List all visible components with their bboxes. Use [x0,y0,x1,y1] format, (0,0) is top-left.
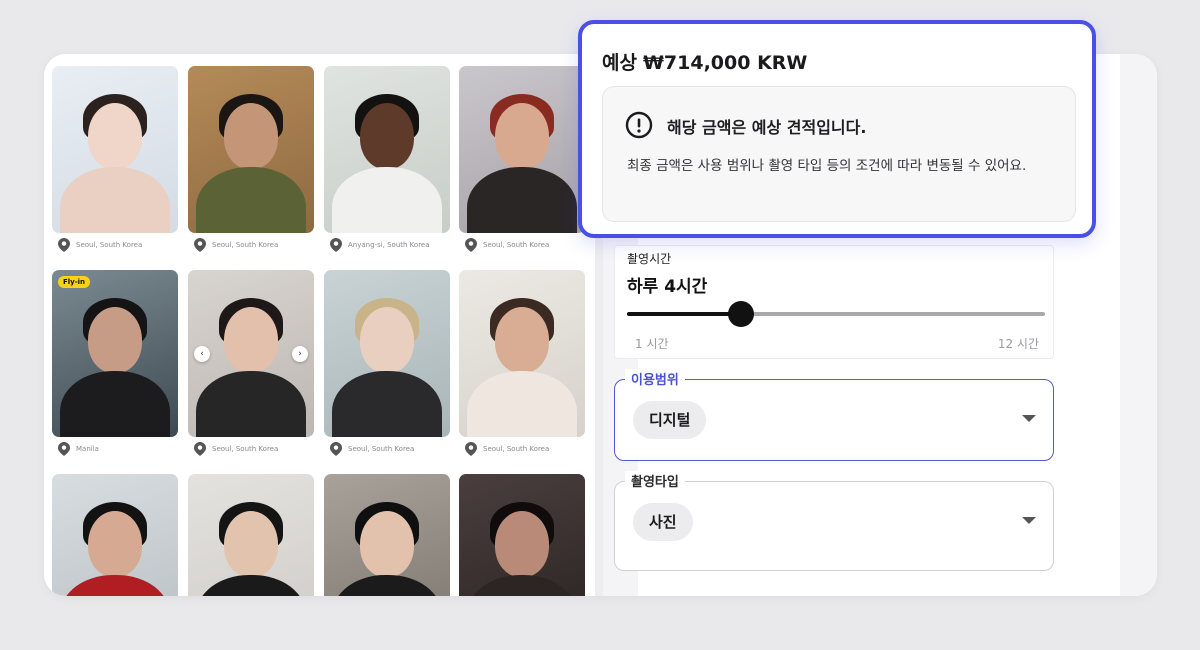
model-card[interactable] [52,474,178,596]
model-location: Seoul, South Korea [188,437,314,461]
shooting-type-selected-chip[interactable]: 사진 [633,503,693,541]
duration-label: 촬영시간 [627,252,672,266]
shooting-type-select[interactable]: 촬영타입 사진 [614,471,1054,571]
model-photo[interactable] [459,270,585,437]
model-card[interactable] [188,474,314,596]
model-card[interactable]: Seoul, South Korea [188,66,314,257]
model-card[interactable]: Fly-in Manila [52,270,178,461]
model-card[interactable]: Seoul, South Korea [324,270,450,461]
model-location: Seoul, South Korea [188,233,314,257]
caret-down-icon[interactable] [1022,517,1036,524]
location-text: Seoul, South Korea [483,445,550,453]
model-location: Seoul, South Korea [324,437,450,461]
notice-title: 해당 금액은 예상 견적입니다. [667,118,867,137]
model-location: Seoul, South Korea [459,233,585,257]
model-card[interactable]: Seoul, South Korea [52,66,178,257]
fly-in-badge: Fly-in [58,276,91,288]
map-pin-icon [465,442,477,456]
location-text: Seoul, South Korea [212,241,279,249]
duration-slider-handle[interactable] [728,301,754,327]
usage-scope-select[interactable]: 이용범위 디지털 [614,369,1054,461]
map-pin-icon [330,442,342,456]
model-card[interactable] [459,474,585,596]
map-pin-icon [58,238,70,252]
model-photo[interactable] [459,66,585,233]
location-text: Seoul, South Korea [348,445,415,453]
model-location: Seoul, South Korea [459,437,585,461]
model-gallery: Seoul, South Korea Seoul, South Korea An… [44,54,595,596]
map-pin-icon [194,442,206,456]
map-pin-icon [58,442,70,456]
usage-scope-selected-chip[interactable]: 디지털 [633,401,707,439]
duration-max-label: 12 시간 [997,337,1039,351]
estimate-title: 예상 ₩714,000 KRW [602,48,807,75]
exclamation-circle-icon [625,111,653,139]
shooting-type-label: 촬영타입 [625,471,685,490]
location-text: Seoul, South Korea [483,241,550,249]
model-photo[interactable]: ‹ › [188,270,314,437]
map-pin-icon [465,238,477,252]
model-photo[interactable] [324,270,450,437]
location-text: Seoul, South Korea [76,241,143,249]
location-text: Anyang-si, South Korea [348,241,430,249]
price-estimate-card: 예상 ₩714,000 KRW 해당 금액은 예상 견적입니다. 최종 금액은 사… [578,20,1096,238]
duration-slider-track[interactable] [627,301,1045,327]
map-pin-icon [330,238,342,252]
model-photo[interactable] [52,474,178,596]
model-card[interactable]: Seoul, South Korea [459,270,585,461]
model-location: Anyang-si, South Korea [324,233,450,257]
model-card[interactable]: Seoul, South Korea [459,66,585,257]
model-location: Seoul, South Korea [52,233,178,257]
model-photo[interactable] [459,474,585,596]
location-text: Manila [76,445,99,453]
model-card[interactable]: Anyang-si, South Korea [324,66,450,257]
duration-slider-fill [627,312,741,316]
model-photo[interactable] [52,66,178,233]
usage-scope-label: 이용범위 [625,369,685,388]
model-card[interactable] [324,474,450,596]
location-text: Seoul, South Korea [212,445,279,453]
estimate-amount: ₩714,000 KRW [642,52,808,74]
model-card[interactable]: ‹ › Seoul, South Korea [188,270,314,461]
model-photo[interactable] [188,66,314,233]
duration-min-label: 1 시간 [635,337,669,351]
notice-body: 최종 금액은 사용 범위나 촬영 타입 등의 조건에 따라 변동될 수 있어요. [627,158,1027,174]
map-pin-icon [194,238,206,252]
model-photo[interactable] [324,66,450,233]
carousel-next-button[interactable]: › [292,346,308,362]
model-photo[interactable] [188,474,314,596]
duration-value: 하루 4시간 [627,277,708,297]
caret-down-icon[interactable] [1022,415,1036,422]
estimate-label: 예상 [602,52,637,74]
estimate-notice: 해당 금액은 예상 견적입니다. 최종 금액은 사용 범위나 촬영 타입 등의 … [602,86,1076,222]
model-photo[interactable]: Fly-in [52,270,178,437]
model-location: Manila [52,437,178,461]
carousel-prev-button[interactable]: ‹ [194,346,210,362]
model-photo[interactable] [324,474,450,596]
shooting-duration-section: 촬영시간 하루 4시간 1 시간 12 시간 [614,245,1054,359]
